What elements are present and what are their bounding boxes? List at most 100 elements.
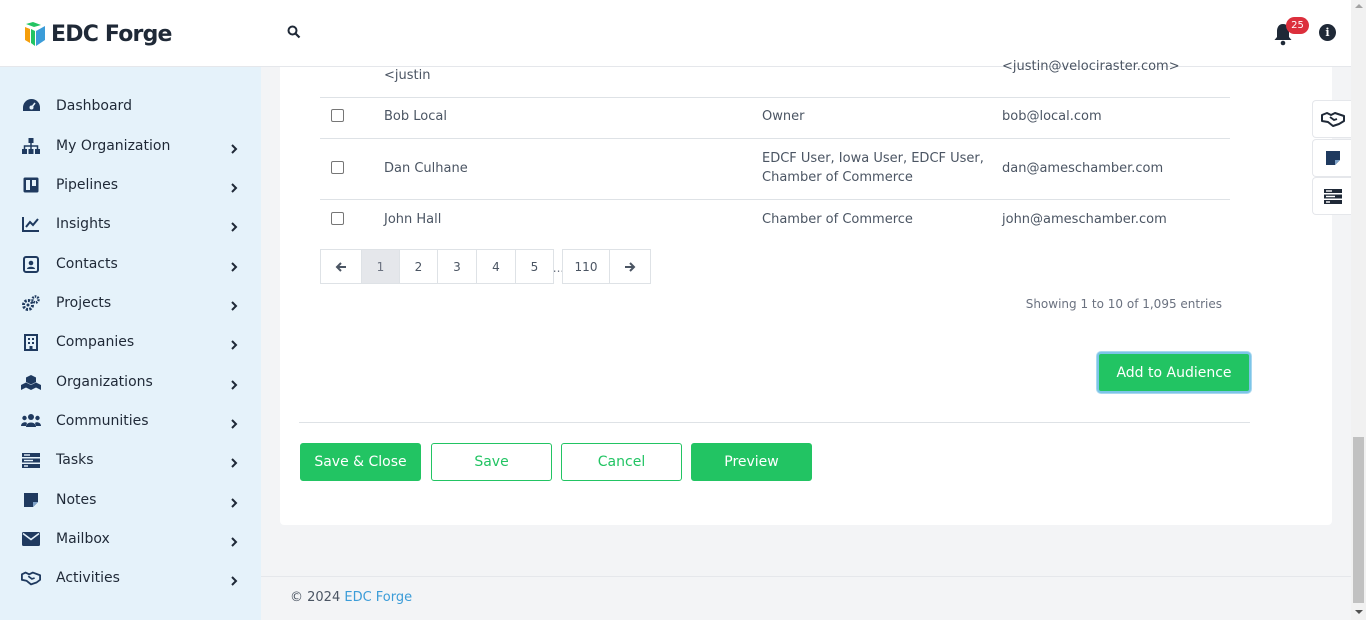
handshake-icon — [1320, 112, 1345, 127]
sidebar-item-label: Projects — [56, 295, 112, 311]
prev-page-button[interactable] — [320, 249, 362, 284]
add-to-audience-button[interactable]: Add to Audience — [1097, 352, 1251, 393]
page-button-last[interactable]: 110 — [562, 249, 610, 284]
brand-logo[interactable]: EDC Forge — [24, 19, 172, 49]
notes-shortcut-button[interactable] — [1312, 139, 1352, 177]
search-icon[interactable] — [287, 24, 303, 40]
contact-name: John Hall — [384, 212, 442, 227]
sidebar-item-my-organization[interactable]: My Organization — [0, 128, 261, 164]
sidebar-item-label: Tasks — [56, 452, 94, 468]
copyright-text: © 2024 — [290, 590, 345, 605]
page-button-5[interactable]: 5 — [515, 249, 554, 284]
chevron-right-icon — [228, 415, 240, 429]
sitemap-icon — [21, 136, 41, 156]
contact-name-partial: <justin — [384, 68, 431, 83]
sidebar-item-label: Communities — [56, 413, 149, 429]
chevron-right-icon — [228, 297, 240, 311]
chart-line-icon — [21, 214, 41, 234]
chevron-right-icon — [228, 218, 240, 232]
contact-card-icon — [21, 254, 41, 274]
page-button-2[interactable]: 2 — [399, 249, 438, 284]
sidebar-item-dashboard[interactable]: Dashboard — [0, 88, 261, 124]
save-button[interactable]: Save — [431, 443, 552, 481]
chevron-right-icon — [228, 336, 240, 350]
footer-brand-link[interactable]: EDC Forge — [344, 590, 412, 605]
sidebar-item-label: Activities — [56, 570, 120, 586]
page-scrollbar[interactable] — [1351, 0, 1366, 620]
sidebar-item-mailbox[interactable]: Mailbox — [0, 521, 261, 557]
top-header: EDC Forge 25 i — [0, 0, 1351, 67]
sidebar-item-label: Contacts — [56, 256, 118, 272]
sidebar-item-label: Dashboard — [56, 98, 132, 114]
sidebar-item-contacts[interactable]: Contacts — [0, 246, 261, 282]
arrow-left-icon — [335, 261, 346, 272]
contact-email-partial: <justin@velociraster.com> — [1002, 59, 1180, 74]
cubes-icon — [21, 372, 41, 392]
cancel-button[interactable]: Cancel — [561, 443, 682, 481]
row-select-checkbox[interactable] — [331, 212, 344, 225]
contact-email: bob@local.com — [1002, 109, 1102, 124]
page-button-3[interactable]: 3 — [437, 249, 477, 284]
users-icon — [21, 411, 41, 431]
contact-email: john@ameschamber.com — [1002, 212, 1167, 227]
sidebar-item-label: Companies — [56, 334, 135, 350]
pagination: 1 2 3 4 5 ... 110 — [320, 249, 651, 284]
sidebar-item-tasks[interactable]: Tasks — [0, 442, 261, 478]
building-icon — [21, 332, 41, 352]
cogs-icon — [21, 293, 41, 313]
tasks-icon — [1323, 188, 1342, 204]
scrollbar-thumb[interactable] — [1353, 437, 1364, 603]
activities-shortcut-button[interactable] — [1312, 100, 1352, 138]
page-button-4[interactable]: 4 — [476, 249, 516, 284]
footer: © 2024 EDC Forge — [261, 576, 1351, 620]
handshake-icon — [21, 568, 41, 588]
sidebar-item-label: Notes — [56, 492, 97, 508]
row-divider — [320, 97, 1230, 98]
row-divider — [320, 138, 1230, 139]
sidebar-item-label: Organizations — [56, 374, 153, 390]
arrow-right-icon — [625, 261, 636, 272]
next-page-button[interactable] — [609, 249, 651, 284]
row-select-checkbox[interactable] — [331, 161, 344, 174]
scroll-down-arrow-icon[interactable] — [1355, 610, 1363, 614]
sidebar-item-companies[interactable]: Companies — [0, 324, 261, 360]
brand-name: EDC Forge — [51, 21, 172, 47]
pipelines-icon — [21, 175, 41, 195]
sidebar-item-organizations[interactable]: Organizations — [0, 364, 261, 400]
contact-name: Bob Local — [384, 109, 447, 124]
sidebar-item-insights[interactable]: Insights — [0, 206, 261, 242]
page-button-1[interactable]: 1 — [361, 249, 400, 284]
info-icon[interactable]: i — [1319, 24, 1336, 41]
preview-button[interactable]: Preview — [691, 443, 812, 481]
sidebar-item-pipelines[interactable]: Pipelines — [0, 167, 261, 203]
scroll-up-arrow-icon[interactable] — [1355, 4, 1363, 8]
dashboard-icon — [21, 96, 41, 116]
chevron-right-icon — [228, 140, 240, 154]
section-divider — [299, 422, 1250, 423]
sidebar-item-label: My Organization — [56, 138, 171, 154]
logo-mark-icon — [24, 21, 46, 47]
tasks-icon — [21, 450, 41, 470]
note-icon — [1325, 151, 1340, 165]
footer-copyright: © 2024 EDC Forge — [290, 590, 412, 605]
contact-name: Dan Culhane — [384, 161, 468, 176]
save-close-button[interactable]: Save & Close — [300, 443, 421, 481]
notification-badge: 25 — [1286, 17, 1309, 34]
main-content: <justin <justin@velociraster.com> Bob Lo… — [261, 59, 1351, 576]
sidebar-item-projects[interactable]: Projects — [0, 285, 261, 321]
chevron-right-icon — [228, 376, 240, 390]
tasks-shortcut-button[interactable] — [1312, 177, 1352, 215]
chevron-right-icon — [228, 454, 240, 468]
contact-roles: Chamber of Commerce — [762, 212, 913, 227]
contact-roles-line2: Chamber of Commerce — [762, 170, 913, 185]
chevron-right-icon — [228, 258, 240, 272]
row-select-checkbox[interactable] — [331, 109, 344, 122]
audience-card: <justin <justin@velociraster.com> Bob Lo… — [280, 59, 1332, 525]
sidebar-item-label: Insights — [56, 216, 111, 232]
sidebar-item-communities[interactable]: Communities — [0, 403, 261, 439]
contact-roles: Owner — [762, 109, 805, 124]
entries-info: Showing 1 to 10 of 1,095 entries — [1025, 297, 1222, 311]
sidebar-item-notes[interactable]: Notes — [0, 482, 261, 518]
sidebar-item-activities[interactable]: Activities — [0, 560, 261, 596]
chevron-right-icon — [228, 179, 240, 193]
